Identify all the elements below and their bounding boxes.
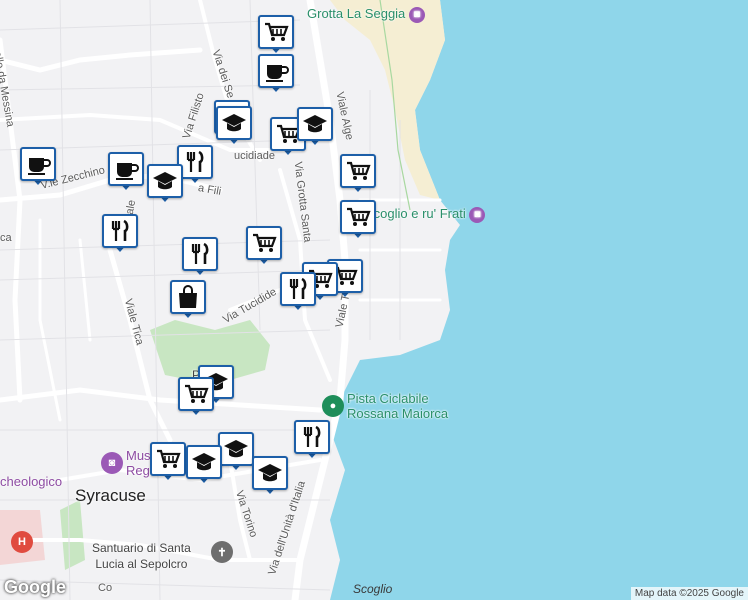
- map-marker[interactable]: [294, 420, 330, 460]
- map-marker[interactable]: [340, 200, 376, 240]
- coffee-icon: [20, 147, 56, 181]
- map-marker[interactable]: [252, 456, 288, 496]
- camera-icon: ◙: [469, 206, 486, 223]
- education-icon: [147, 164, 183, 198]
- poi-label-museo[interactable]: Mus Reg: [126, 448, 151, 478]
- education-icon: [252, 456, 288, 490]
- education-icon: [186, 445, 222, 479]
- bag-icon: [170, 280, 206, 314]
- education-icon: [216, 106, 252, 140]
- poi-label-scoglio-frati[interactable]: Scoglio e ru' Frati ◙: [365, 206, 486, 223]
- restaurant-icon: [102, 214, 138, 248]
- poi-label-archeologico[interactable]: cheologico: [0, 474, 62, 489]
- map-marker[interactable]: [186, 445, 222, 485]
- map-marker[interactable]: [20, 147, 56, 187]
- map-marker[interactable]: [178, 377, 214, 417]
- map-marker[interactable]: [150, 442, 186, 482]
- map-marker[interactable]: [340, 154, 376, 194]
- map-marker[interactable]: [258, 15, 294, 55]
- street-label: ca: [0, 232, 12, 244]
- sea-feature-label: Scoglio: [353, 582, 393, 596]
- map-marker[interactable]: [108, 152, 144, 192]
- coffee-icon: [108, 152, 144, 186]
- coffee-icon: [258, 54, 294, 88]
- poi-label-grotta-seggia[interactable]: Grotta La Seggia ◙: [307, 6, 425, 23]
- google-logo: Google: [4, 577, 66, 597]
- poi-label-santuario[interactable]: Santuario di Santa Lucia al Sepolcro: [92, 540, 191, 572]
- restaurant-icon: [294, 420, 330, 454]
- education-icon: [218, 432, 254, 466]
- cart-icon: [178, 377, 214, 411]
- map-marker[interactable]: [102, 214, 138, 254]
- hospital-pin-icon[interactable]: H: [11, 531, 33, 553]
- street-label: Co: [98, 582, 113, 594]
- education-icon: [297, 107, 333, 141]
- map-marker[interactable]: [182, 237, 218, 277]
- restaurant-icon: [182, 237, 218, 271]
- cart-icon: [150, 442, 186, 476]
- church-pin-icon[interactable]: ✝: [211, 541, 233, 563]
- map-marker[interactable]: [170, 280, 206, 320]
- city-label: Syracuse: [75, 486, 146, 505]
- map-marker[interactable]: [297, 107, 333, 147]
- map-marker[interactable]: [280, 272, 316, 312]
- poi-label-pista[interactable]: Pista Ciclabile Rossana Maiorca: [347, 391, 448, 421]
- street-label: ucidiade: [234, 150, 275, 162]
- map-marker[interactable]: [246, 226, 282, 266]
- museum-pin-icon[interactable]: ◙: [101, 452, 123, 474]
- map-marker[interactable]: [218, 432, 254, 472]
- map-marker[interactable]: [216, 106, 252, 146]
- map-marker[interactable]: [147, 164, 183, 204]
- camera-icon: ◙: [408, 6, 425, 23]
- map-canvas[interactable]: [0, 0, 748, 600]
- map-attribution[interactable]: Map data ©2025 Google: [630, 587, 748, 600]
- park-pin-icon[interactable]: ●: [322, 395, 344, 417]
- cart-icon: [340, 200, 376, 234]
- cart-icon: [246, 226, 282, 260]
- restaurant-icon: [280, 272, 316, 306]
- map-marker[interactable]: [258, 54, 294, 94]
- cart-icon: [258, 15, 294, 49]
- cart-icon: [340, 154, 376, 188]
